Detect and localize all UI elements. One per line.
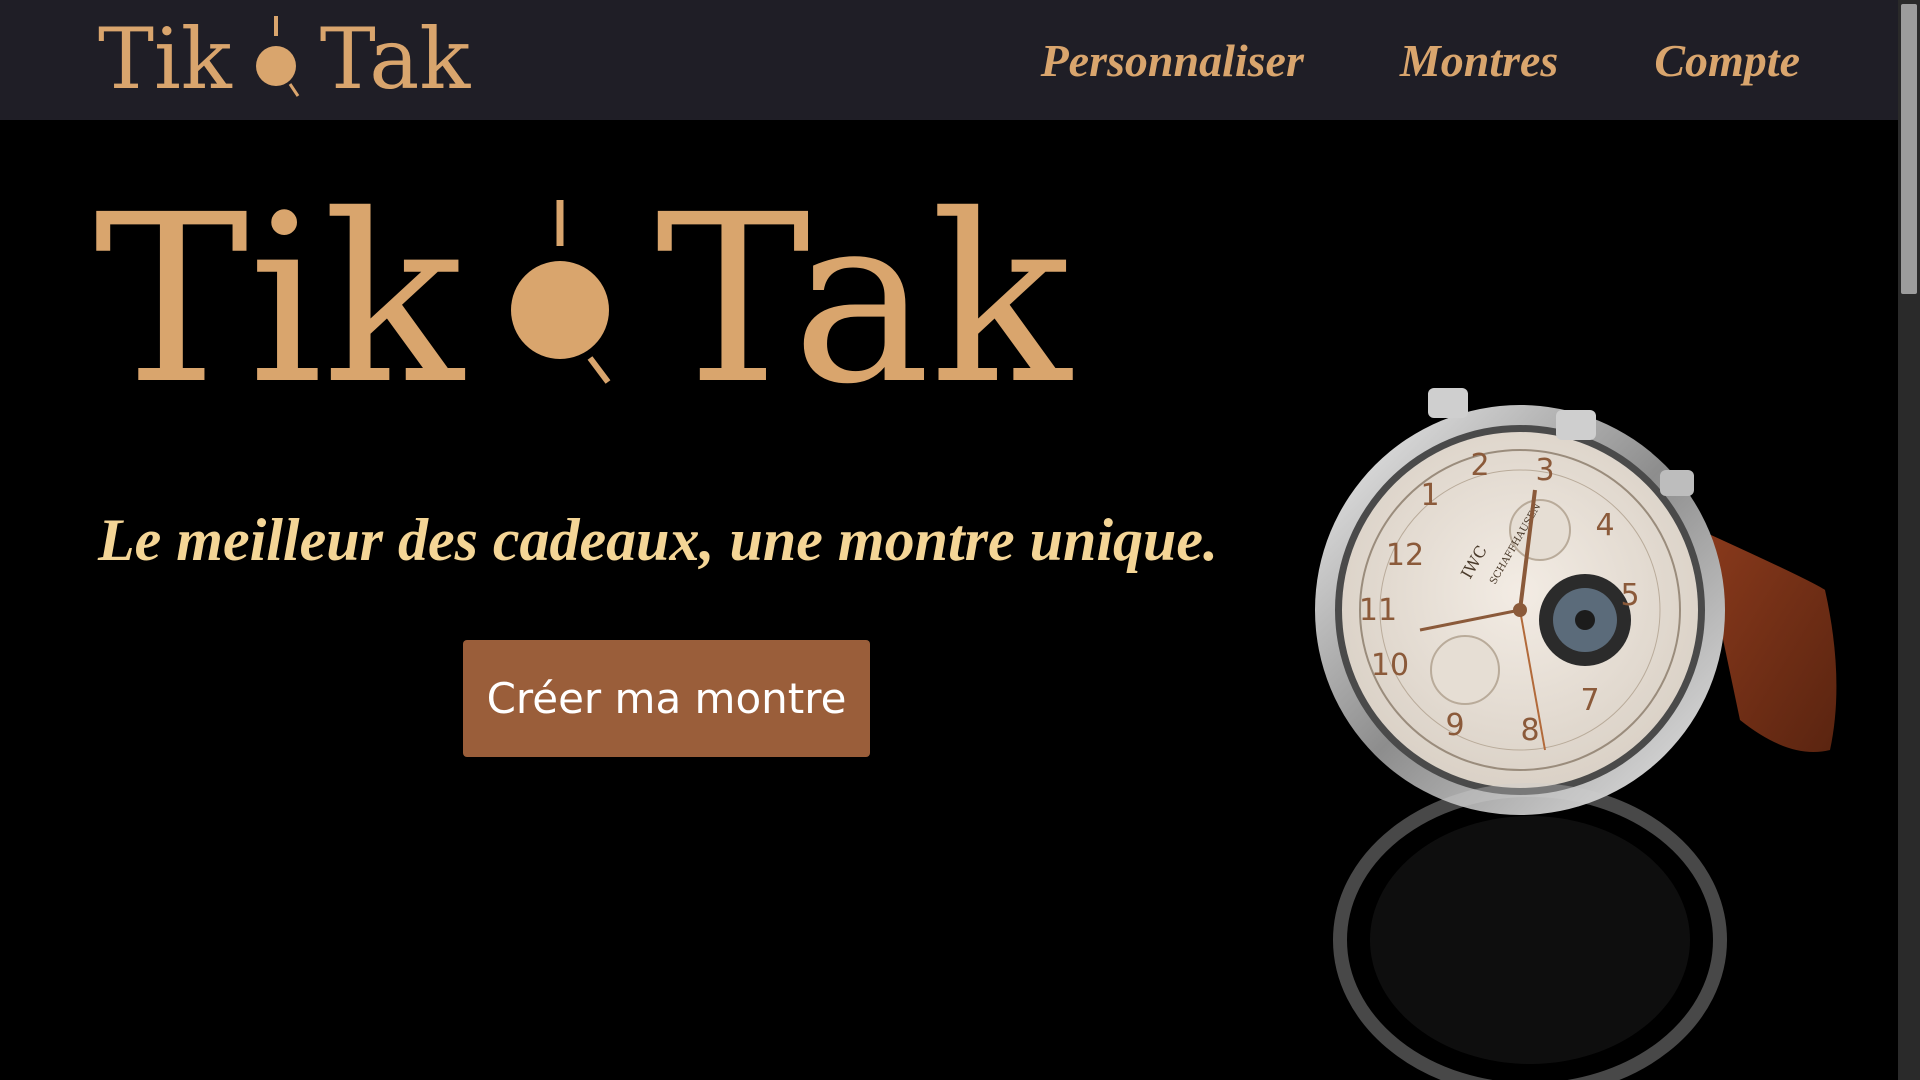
logo-clock-icon — [246, 14, 306, 104]
dial-numeral: 5 — [1620, 578, 1639, 613]
nav-links: Personnaliser Montres Compte — [1041, 0, 1800, 120]
nav-logo[interactable]: Tik Tak — [98, 14, 470, 104]
create-watch-button[interactable]: Créer ma montre — [463, 640, 870, 757]
vertical-scrollbar[interactable] — [1898, 0, 1920, 1080]
nav-link-montres[interactable]: Montres — [1400, 34, 1558, 87]
nav-link-personnaliser[interactable]: Personnaliser — [1041, 34, 1304, 87]
dial-numeral: 1 — [1420, 478, 1439, 513]
dial-numeral: 7 — [1580, 683, 1599, 718]
dial-numeral: 3 — [1535, 453, 1554, 488]
hero-logo-right-text: Tak — [655, 165, 1072, 435]
watch-image: 12 1 2 3 4 5 7 8 9 10 11 IWC SCHAFFHAUSE… — [1270, 380, 1870, 1080]
hero-logo-left-text: Tik — [94, 165, 464, 435]
nav-link-compte[interactable]: Compte — [1654, 34, 1800, 87]
nav-logo-right-text: Tak — [319, 10, 471, 108]
dial-numeral: 2 — [1470, 448, 1489, 483]
dial-numeral: 12 — [1386, 538, 1424, 573]
dial-numeral: 10 — [1371, 648, 1409, 683]
dial-numeral: 8 — [1520, 713, 1539, 748]
dial-numeral: 11 — [1359, 593, 1397, 628]
navbar: Tik Tak Personnaliser Montres Compte — [0, 0, 1898, 120]
hero-clock-icon — [500, 190, 620, 410]
dial-numeral: 9 — [1445, 708, 1464, 743]
dial-numeral: 4 — [1595, 508, 1614, 543]
hero-logo: Tik Tak — [94, 184, 1071, 416]
nav-logo-left-text: Tik — [98, 10, 232, 108]
scrollbar-thumb[interactable] — [1901, 4, 1917, 294]
hero-tagline: Le meilleur des cadeaux, une montre uniq… — [98, 507, 1219, 573]
